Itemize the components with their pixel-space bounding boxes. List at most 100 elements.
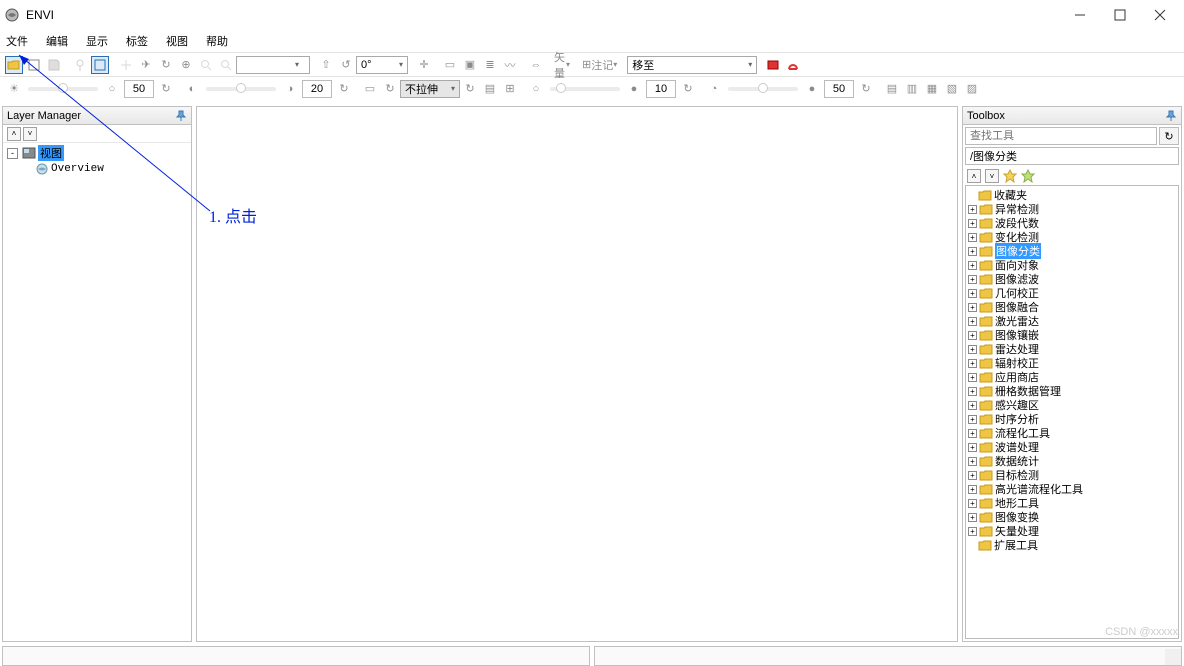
- menu-display[interactable]: 显示: [86, 33, 108, 49]
- expand-icon[interactable]: +: [968, 457, 977, 466]
- zoom-to-button[interactable]: ⊕: [177, 56, 195, 74]
- brightness-slider[interactable]: [28, 87, 98, 91]
- fly-button[interactable]: ✈: [137, 56, 155, 74]
- expand-icon[interactable]: +: [968, 233, 977, 242]
- brightness-reset[interactable]: ○: [103, 80, 121, 98]
- flicker-button[interactable]: ▧: [943, 80, 961, 98]
- toolbox-item[interactable]: 扩展工具: [968, 538, 1176, 552]
- contrast-refresh[interactable]: ↻: [335, 80, 353, 98]
- menu-help[interactable]: 帮助: [206, 33, 228, 49]
- expand-icon[interactable]: -: [7, 148, 18, 159]
- transparency-button[interactable]: ◔: [705, 80, 723, 98]
- rotation-combo[interactable]: 0°▾: [356, 56, 408, 74]
- menu-view[interactable]: 视图: [166, 33, 188, 49]
- toolbox-item[interactable]: +图像变换: [968, 510, 1176, 524]
- menu-tags[interactable]: 标签: [126, 33, 148, 49]
- zoom-combo[interactable]: ▾: [236, 56, 310, 74]
- roi-button[interactable]: ▭: [361, 80, 379, 98]
- expand-icon[interactable]: +: [968, 499, 977, 508]
- toolbox-item[interactable]: +地形工具: [968, 496, 1176, 510]
- transparency-value[interactable]: 50: [824, 80, 854, 98]
- canvas-panel[interactable]: 1. 点击: [196, 106, 958, 642]
- menu-file[interactable]: 文件: [6, 33, 28, 49]
- transparency-refresh[interactable]: ↻: [857, 80, 875, 98]
- sharpen-max[interactable]: ●: [625, 80, 643, 98]
- expand-icon[interactable]: +: [968, 275, 977, 284]
- zoom-area-button[interactable]: [197, 56, 215, 74]
- toolbox-item[interactable]: +感兴趣区: [968, 398, 1176, 412]
- contrast-slider[interactable]: [206, 87, 276, 91]
- expand-icon[interactable]: +: [968, 289, 977, 298]
- expand-icon[interactable]: +: [968, 359, 977, 368]
- expand-icon[interactable]: +: [968, 401, 977, 410]
- expand-icon[interactable]: +: [968, 247, 977, 256]
- stop-record-button[interactable]: [784, 56, 802, 74]
- rotate-reset-button[interactable]: ↺: [337, 56, 355, 74]
- collapse-up-button[interactable]: ˄: [7, 127, 21, 141]
- pin-icon[interactable]: [1165, 110, 1177, 122]
- roi-refresh[interactable]: ↻: [381, 80, 399, 98]
- view-split-button[interactable]: ▨: [963, 80, 981, 98]
- expand-icon[interactable]: +: [968, 331, 977, 340]
- maximize-button[interactable]: [1100, 1, 1140, 29]
- unfavorite-icon[interactable]: [1021, 169, 1035, 183]
- sharpen-refresh[interactable]: ↻: [679, 80, 697, 98]
- expand-icon[interactable]: +: [968, 261, 977, 270]
- toolbox-item[interactable]: +应用商店: [968, 370, 1176, 384]
- spectral-button[interactable]: 〰: [501, 56, 519, 74]
- expand-icon[interactable]: +: [968, 317, 977, 326]
- annotation-dropdown[interactable]: ⊞注记▾: [579, 56, 620, 74]
- north-up-button[interactable]: ⇧: [317, 56, 335, 74]
- contrast-value[interactable]: 20: [302, 80, 332, 98]
- toolbox-item[interactable]: +面向对象: [968, 258, 1176, 272]
- search-input[interactable]: [965, 127, 1157, 145]
- toolbox-item[interactable]: +图像滤波: [968, 272, 1176, 286]
- collapse-down-button[interactable]: ˅: [23, 127, 37, 141]
- stretch-combo[interactable]: 不拉伸▾: [400, 80, 460, 98]
- swipe-button[interactable]: ▥: [903, 80, 921, 98]
- transparency-slider[interactable]: [728, 87, 798, 91]
- toolbox-item[interactable]: +激光雷达: [968, 314, 1176, 328]
- toolbox-item[interactable]: 收藏夹: [968, 188, 1176, 202]
- toolbox-item[interactable]: +图像镶嵌: [968, 328, 1176, 342]
- expand-icon[interactable]: +: [968, 429, 977, 438]
- record-button[interactable]: [764, 56, 782, 74]
- select-button[interactable]: [91, 56, 109, 74]
- sharpen-button[interactable]: ○: [527, 80, 545, 98]
- region-button[interactable]: ▭: [441, 56, 459, 74]
- expand-icon[interactable]: +: [968, 527, 977, 536]
- toolbox-item[interactable]: +数据统计: [968, 454, 1176, 468]
- pin-icon[interactable]: [175, 110, 187, 122]
- toolbox-item[interactable]: +流程化工具: [968, 426, 1176, 440]
- stretch-refresh[interactable]: ↻: [461, 80, 479, 98]
- expand-icon[interactable]: +: [968, 205, 977, 214]
- stretch-band-button[interactable]: ⊞: [501, 80, 519, 98]
- toolbox-item[interactable]: +波谱处理: [968, 440, 1176, 454]
- contrast-button[interactable]: ◐: [183, 80, 201, 98]
- save-button[interactable]: [45, 56, 63, 74]
- goto-combo[interactable]: 移至▾: [627, 56, 757, 74]
- toolbox-item[interactable]: +异常检测: [968, 202, 1176, 216]
- rotate-button[interactable]: ↻: [157, 56, 175, 74]
- transparency-max[interactable]: ●: [803, 80, 821, 98]
- brightness-button[interactable]: ☀: [5, 80, 23, 98]
- expand-icon[interactable]: +: [968, 303, 977, 312]
- toolbox-item[interactable]: +图像分类: [968, 244, 1176, 258]
- toolbox-item[interactable]: +雷达处理: [968, 342, 1176, 356]
- toolbox-item[interactable]: +栅格数据管理: [968, 384, 1176, 398]
- link-button[interactable]: ⇔: [527, 56, 545, 74]
- crosshair-button[interactable]: ✛: [415, 56, 433, 74]
- sharpen-value[interactable]: 10: [646, 80, 676, 98]
- layers-button[interactable]: ≣: [481, 56, 499, 74]
- cursor-value-button[interactable]: [71, 56, 89, 74]
- toolbox-item[interactable]: +高光谱流程化工具: [968, 482, 1176, 496]
- expand-icon[interactable]: +: [968, 485, 977, 494]
- scrollbar-vertical[interactable]: [1165, 649, 1181, 665]
- pan-button[interactable]: [117, 56, 135, 74]
- toolbox-item[interactable]: +变化检测: [968, 230, 1176, 244]
- blend-button[interactable]: ▦: [923, 80, 941, 98]
- chip-button[interactable]: ▣: [461, 56, 479, 74]
- open-button[interactable]: [5, 56, 23, 74]
- minimize-button[interactable]: [1060, 1, 1100, 29]
- menu-edit[interactable]: 编辑: [46, 33, 68, 49]
